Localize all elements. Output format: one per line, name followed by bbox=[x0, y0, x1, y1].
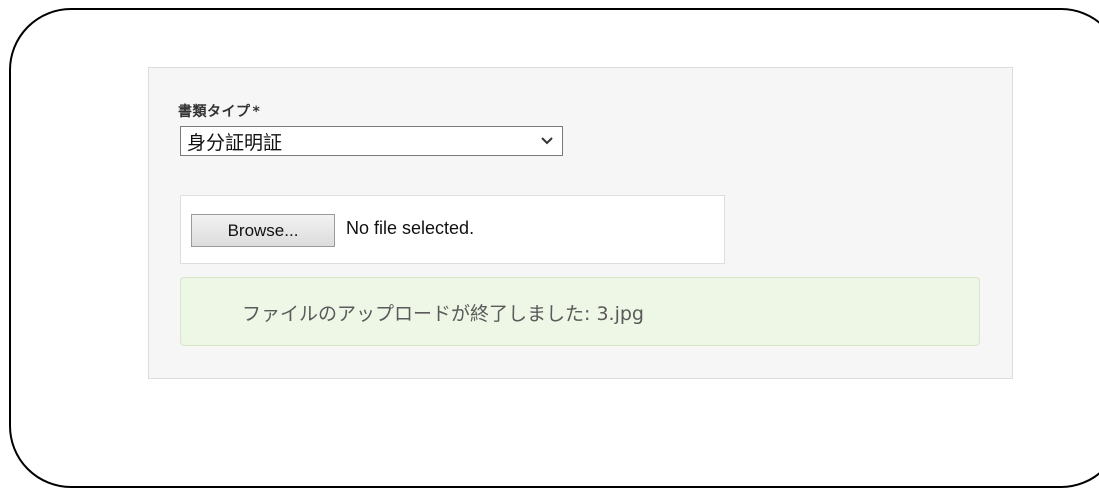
upload-success-message: ファイルのアップロードが終了しました: 3.jpg bbox=[242, 303, 644, 325]
upload-success-alert: ファイルのアップロードが終了しました: 3.jpg bbox=[180, 277, 980, 346]
browse-button[interactable]: Browse... bbox=[191, 214, 335, 247]
document-type-selected-value: 身分証明証 bbox=[187, 131, 283, 154]
document-type-label: 書類タイプ * bbox=[178, 101, 260, 121]
document-type-label-text: 書類タイプ bbox=[178, 104, 251, 120]
document-type-select[interactable]: 身分証明証 bbox=[180, 126, 563, 156]
chevron-down-icon bbox=[532, 137, 562, 145]
required-asterisk: * bbox=[252, 104, 261, 120]
file-status-text: No file selected. bbox=[346, 218, 475, 238]
